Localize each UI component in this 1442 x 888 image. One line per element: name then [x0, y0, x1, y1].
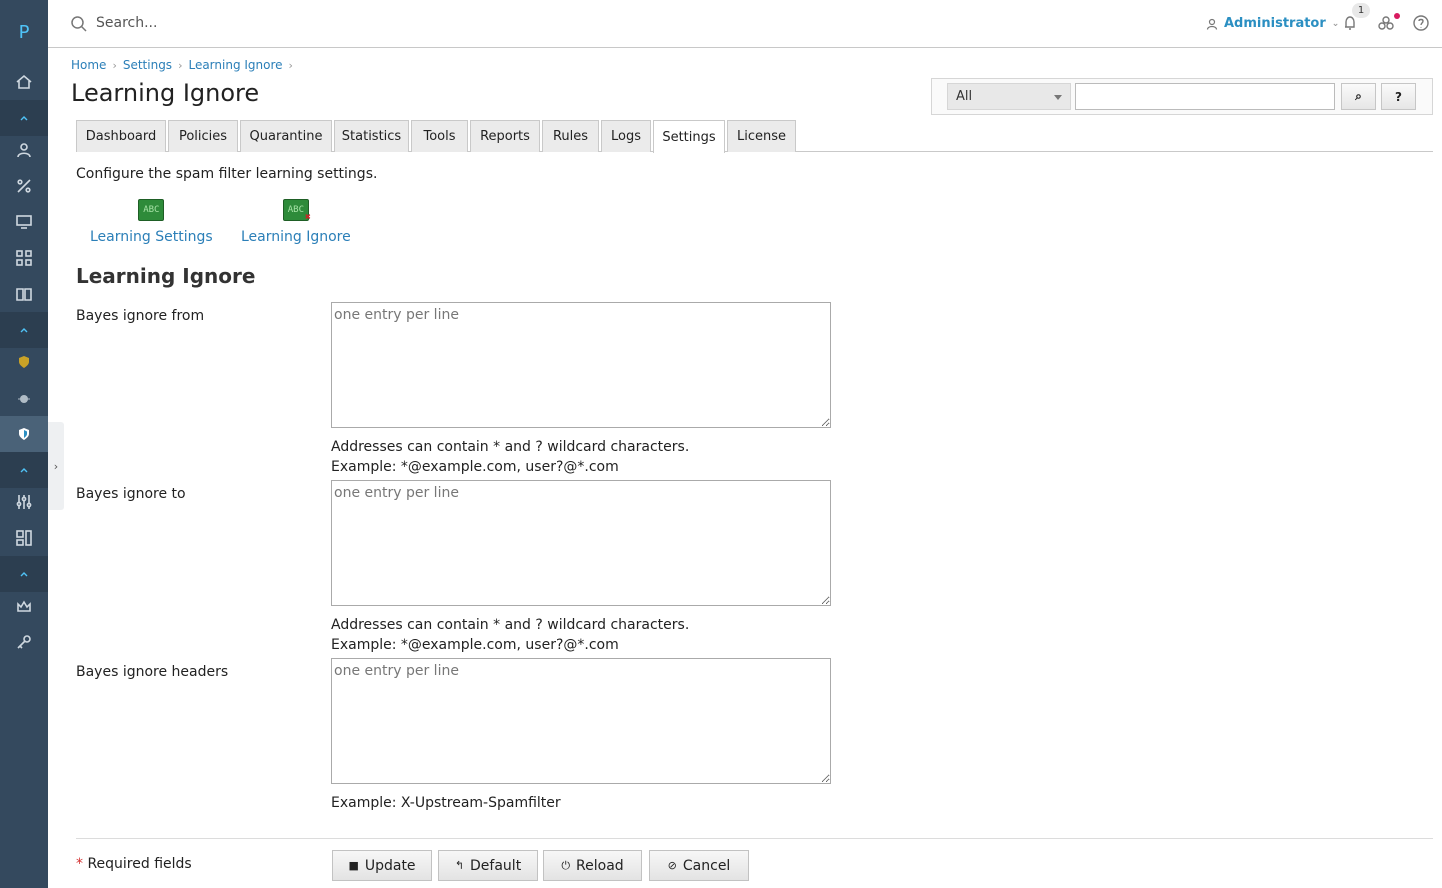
- bayes-ignore-from-textarea[interactable]: [331, 302, 831, 428]
- tool-learning-ignore[interactable]: ABC ✖ Learning Ignore: [241, 199, 351, 245]
- cancel-icon: ⊘: [667, 859, 677, 872]
- search-icon: [71, 16, 87, 32]
- integrations-icon[interactable]: [1377, 14, 1395, 32]
- chevron-right-icon: ›: [288, 58, 293, 72]
- field-hint: Addresses can contain * and ? wildcard c…: [331, 437, 689, 477]
- home-icon[interactable]: [0, 64, 48, 100]
- bug-icon[interactable]: [0, 380, 48, 416]
- hint-line: Addresses can contain * and ? wildcard c…: [331, 439, 690, 455]
- tab-reports[interactable]: Reports: [470, 120, 540, 152]
- user-icon[interactable]: [0, 132, 48, 168]
- tab-settings[interactable]: Settings: [653, 120, 725, 153]
- shield-warning-icon[interactable]: [0, 344, 48, 380]
- user-menu[interactable]: Administrator ⌄: [1206, 16, 1339, 31]
- page-description: Configure the spam filter learning setti…: [76, 166, 378, 182]
- hint-example: Example: *@example.com, user?@*.com: [331, 459, 619, 475]
- collapse-section-icon[interactable]: [0, 312, 48, 348]
- hint-example: Example: *@example.com, user?@*.com: [331, 637, 619, 653]
- reload-button-label: Reload: [576, 857, 624, 874]
- sidebar: P: [0, 0, 48, 888]
- hint-line: Addresses can contain * and ? wildcard c…: [331, 617, 690, 633]
- save-icon: ■: [348, 859, 359, 872]
- module-search-input[interactable]: [1075, 83, 1335, 110]
- hint-example: Example: X-Upstream-Spamfilter: [331, 795, 561, 811]
- collapse-section-icon[interactable]: [0, 452, 48, 488]
- field-hint: Example: X-Upstream-Spamfilter: [331, 793, 561, 813]
- key-icon[interactable]: [0, 624, 48, 660]
- bayes-ignore-to-textarea[interactable]: [331, 480, 831, 606]
- global-search-input[interactable]: Search...: [96, 15, 157, 31]
- search-scope-select[interactable]: All: [947, 83, 1071, 110]
- tab-statistics[interactable]: Statistics: [334, 120, 409, 152]
- tab-bar: Dashboard Policies Quarantine Statistics…: [76, 120, 1433, 153]
- tab-quarantine[interactable]: Quarantine: [240, 120, 332, 152]
- field-label-bayes-ignore-to: Bayes ignore to: [76, 486, 186, 502]
- collapse-section-icon[interactable]: [0, 556, 48, 592]
- tab-policies[interactable]: Policies: [168, 120, 238, 152]
- required-fields-note: * Required fields: [76, 856, 192, 872]
- required-star: *: [76, 856, 83, 872]
- tool-learning-settings[interactable]: ABC Learning Settings: [90, 199, 213, 245]
- tab-logs[interactable]: Logs: [601, 120, 651, 152]
- help-icon[interactable]: [1412, 14, 1430, 32]
- default-button[interactable]: ↰ Default: [438, 850, 538, 881]
- undo-icon: ↰: [454, 859, 465, 872]
- bayes-ignore-headers-textarea[interactable]: [331, 658, 831, 784]
- book-icon[interactable]: [0, 276, 48, 312]
- breadcrumb: Home › Settings › Learning Ignore ›: [71, 58, 293, 72]
- update-indicator: [1394, 13, 1400, 19]
- power-icon: ⏻: [561, 858, 571, 872]
- search-scope-value: All: [956, 89, 973, 104]
- crown-icon[interactable]: [0, 588, 48, 624]
- form-divider: [76, 838, 1433, 839]
- tab-dashboard[interactable]: Dashboard: [76, 120, 166, 152]
- sidebar-expand-handle[interactable]: ›: [48, 422, 64, 510]
- user-name: Administrator: [1224, 16, 1326, 31]
- reload-button[interactable]: ⏻ Reload: [543, 850, 642, 881]
- page-title: Learning Ignore: [71, 79, 260, 107]
- field-label-bayes-ignore-from: Bayes ignore from: [76, 308, 205, 324]
- apps-icon[interactable]: [0, 240, 48, 276]
- search-button[interactable]: ⌕: [1341, 83, 1376, 110]
- required-text: Required fields: [83, 856, 192, 872]
- tool-label: Learning Settings: [90, 229, 213, 245]
- layout-icon[interactable]: [0, 520, 48, 556]
- abc-ignore-icon: ABC ✖: [282, 199, 311, 223]
- logo[interactable]: P: [0, 0, 48, 64]
- module-search-box: All ⌕ ?: [931, 78, 1433, 115]
- dropdown-caret-icon: [1054, 95, 1062, 100]
- notification-count-badge: 1: [1352, 3, 1370, 18]
- breadcrumb-learning-ignore[interactable]: Learning Ignore: [188, 58, 282, 72]
- breadcrumb-home[interactable]: Home: [71, 58, 106, 72]
- tab-rules[interactable]: Rules: [542, 120, 599, 152]
- chevron-right-icon: ›: [178, 58, 183, 72]
- sliders-icon[interactable]: [0, 484, 48, 520]
- abc-icon: ABC: [138, 199, 165, 221]
- section-title: Learning Ignore: [76, 264, 256, 288]
- field-hint: Addresses can contain * and ? wildcard c…: [331, 615, 689, 655]
- field-label-bayes-ignore-headers: Bayes ignore headers: [76, 664, 229, 680]
- update-button-label: Update: [364, 857, 416, 874]
- cancel-button[interactable]: ⊘ Cancel: [649, 850, 749, 881]
- percent-icon[interactable]: [0, 168, 48, 204]
- help-button[interactable]: ?: [1381, 83, 1416, 110]
- tab-license[interactable]: License: [727, 120, 796, 152]
- collapse-section-icon[interactable]: [0, 100, 48, 136]
- mail-security-icon[interactable]: [0, 416, 48, 452]
- tab-tools[interactable]: Tools: [411, 120, 468, 152]
- tool-label: Learning Ignore: [241, 229, 351, 245]
- user-icon: [1206, 18, 1218, 30]
- top-header: Search... Administrator ⌄ 1: [48, 0, 1442, 48]
- chevron-down-icon: ⌄: [1331, 18, 1340, 29]
- breadcrumb-settings[interactable]: Settings: [123, 58, 172, 72]
- cancel-button-label: Cancel: [682, 857, 731, 874]
- monitor-icon[interactable]: [0, 204, 48, 240]
- default-button-label: Default: [470, 857, 522, 874]
- update-button[interactable]: ■ Update: [332, 850, 432, 881]
- chevron-right-icon: ›: [112, 58, 117, 72]
